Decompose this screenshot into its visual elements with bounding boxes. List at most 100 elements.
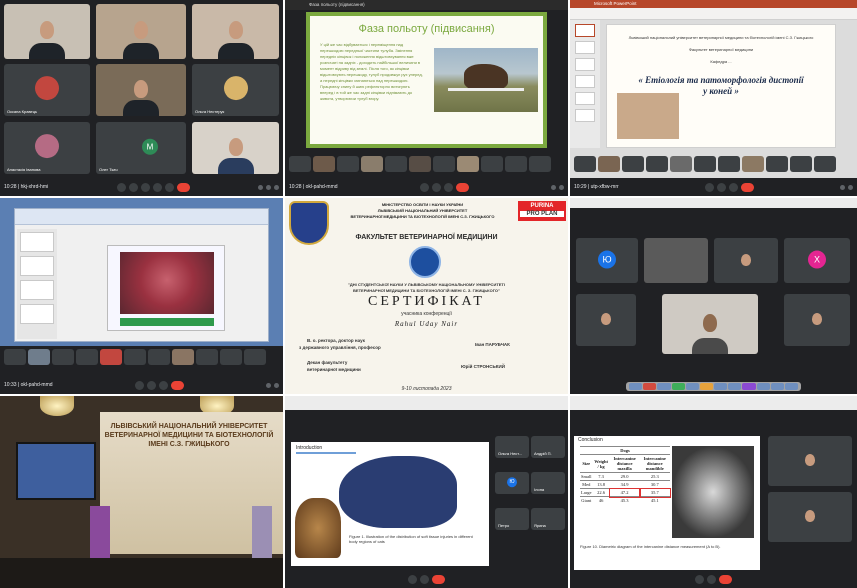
participant-thumb[interactable] xyxy=(28,349,50,365)
participant-thumb[interactable] xyxy=(289,156,311,172)
participant-thumb[interactable] xyxy=(481,156,503,172)
slide-thumb[interactable] xyxy=(575,24,595,37)
participant-tile[interactable]: Ю xyxy=(576,238,638,283)
participant-thumb[interactable] xyxy=(694,156,716,172)
participant-thumb[interactable] xyxy=(790,156,812,172)
mic-button[interactable] xyxy=(704,182,714,192)
dock-app-icon[interactable] xyxy=(784,383,799,390)
participant-thumb[interactable] xyxy=(337,156,359,172)
browser-bar[interactable] xyxy=(285,396,568,410)
leave-call-button[interactable] xyxy=(455,182,469,192)
dock-app-icon[interactable] xyxy=(742,383,756,390)
participant-thumb[interactable] xyxy=(409,156,431,172)
participant-tile[interactable]: Ярина xyxy=(531,508,565,530)
participant-thumb[interactable] xyxy=(148,349,170,365)
participant-tile[interactable] xyxy=(4,4,90,59)
more-button[interactable] xyxy=(164,182,174,192)
participant-thumb[interactable] xyxy=(766,156,788,172)
participant-thumb[interactable] xyxy=(76,349,98,365)
dock-app-icon[interactable] xyxy=(657,383,671,390)
participant-thumb[interactable] xyxy=(574,156,596,172)
slide-thumb[interactable] xyxy=(20,304,54,324)
participant-thumb[interactable] xyxy=(385,156,407,172)
participant-tile[interactable]: Анастасія Іванова xyxy=(4,122,90,174)
participant-tile[interactable] xyxy=(784,294,850,346)
camera-button[interactable] xyxy=(420,574,429,584)
participant-tile[interactable] xyxy=(714,238,778,283)
participant-tile[interactable]: X xyxy=(784,238,850,283)
captions-button[interactable] xyxy=(140,182,150,192)
slide-thumb[interactable] xyxy=(20,256,54,276)
chat-icon[interactable] xyxy=(274,184,279,190)
mic-button[interactable] xyxy=(408,574,417,584)
chat-icon[interactable] xyxy=(559,184,564,190)
camera-button[interactable] xyxy=(146,380,156,390)
participant-tile[interactable]: Ю xyxy=(495,472,529,494)
info-icon[interactable] xyxy=(258,184,263,190)
participant-thumb[interactable] xyxy=(742,156,764,172)
participant-thumb[interactable] xyxy=(670,156,692,172)
participant-thumb[interactable] xyxy=(100,349,122,365)
participant-tile[interactable]: Петро xyxy=(495,508,529,530)
present-button[interactable] xyxy=(158,380,168,390)
participant-tile[interactable]: M Олег Ткач xyxy=(96,122,186,174)
leave-call-button[interactable] xyxy=(719,574,732,584)
participant-thumb[interactable] xyxy=(313,156,335,172)
dock-app-icon[interactable] xyxy=(671,383,685,390)
participant-tile[interactable]: Ілона xyxy=(531,472,565,494)
ribbon[interactable] xyxy=(570,8,857,20)
participant-thumb[interactable] xyxy=(433,156,455,172)
participant-tile[interactable] xyxy=(768,492,852,542)
participant-tile[interactable]: Андрій П. xyxy=(531,436,565,458)
participant-thumb[interactable] xyxy=(172,349,194,365)
camera-button[interactable] xyxy=(716,182,726,192)
participant-thumb[interactable] xyxy=(124,349,146,365)
leave-call-button[interactable] xyxy=(740,182,754,192)
slide-thumb[interactable] xyxy=(575,109,595,122)
slide-thumb[interactable] xyxy=(575,58,595,71)
mic-button[interactable] xyxy=(695,574,704,584)
participant-thumb[interactable] xyxy=(457,156,479,172)
participant-thumb[interactable] xyxy=(220,349,242,365)
dock-app-icon[interactable] xyxy=(629,383,643,390)
present-button[interactable] xyxy=(728,182,738,192)
participant-tile[interactable]: Оксана Кравець xyxy=(4,64,90,116)
slide-thumb[interactable] xyxy=(575,41,595,54)
participant-tile[interactable] xyxy=(768,436,852,486)
participant-thumb[interactable] xyxy=(52,349,74,365)
dock-app-icon[interactable] xyxy=(770,383,784,390)
people-icon[interactable] xyxy=(551,184,556,190)
participant-tile[interactable] xyxy=(662,294,758,354)
dock-app-icon[interactable] xyxy=(643,383,657,390)
camera-button[interactable] xyxy=(128,182,138,192)
present-button[interactable] xyxy=(443,182,453,192)
participant-tile[interactable] xyxy=(576,294,636,346)
participant-tile[interactable] xyxy=(96,64,186,116)
dock-app-icon[interactable] xyxy=(685,383,699,390)
present-button[interactable] xyxy=(152,182,162,192)
participant-tile[interactable] xyxy=(192,122,279,174)
camera-button[interactable] xyxy=(431,182,441,192)
leave-call-button[interactable] xyxy=(176,182,190,192)
participant-tile[interactable]: Ольга Нест... xyxy=(495,436,529,458)
people-icon[interactable] xyxy=(266,184,271,190)
participant-thumb[interactable] xyxy=(529,156,551,172)
participant-tile[interactable] xyxy=(96,4,186,59)
slide-thumb[interactable] xyxy=(20,232,54,252)
chat-icon[interactable] xyxy=(848,184,853,190)
ribbon[interactable] xyxy=(15,209,268,225)
leave-call-button[interactable] xyxy=(170,380,184,390)
mic-button[interactable] xyxy=(419,182,429,192)
participant-thumb[interactable] xyxy=(505,156,527,172)
slide-thumb[interactable] xyxy=(20,280,54,300)
slide-thumb[interactable] xyxy=(575,92,595,105)
participant-tile[interactable]: Ольга Нестерук xyxy=(192,64,279,116)
participant-thumb[interactable] xyxy=(4,349,26,365)
participant-thumb[interactable] xyxy=(361,156,383,172)
mic-button[interactable] xyxy=(116,182,126,192)
participant-thumb[interactable] xyxy=(196,349,218,365)
participant-thumb[interactable] xyxy=(622,156,644,172)
chat-icon[interactable] xyxy=(274,382,279,388)
participant-thumb[interactable] xyxy=(718,156,740,172)
participant-thumb[interactable] xyxy=(598,156,620,172)
